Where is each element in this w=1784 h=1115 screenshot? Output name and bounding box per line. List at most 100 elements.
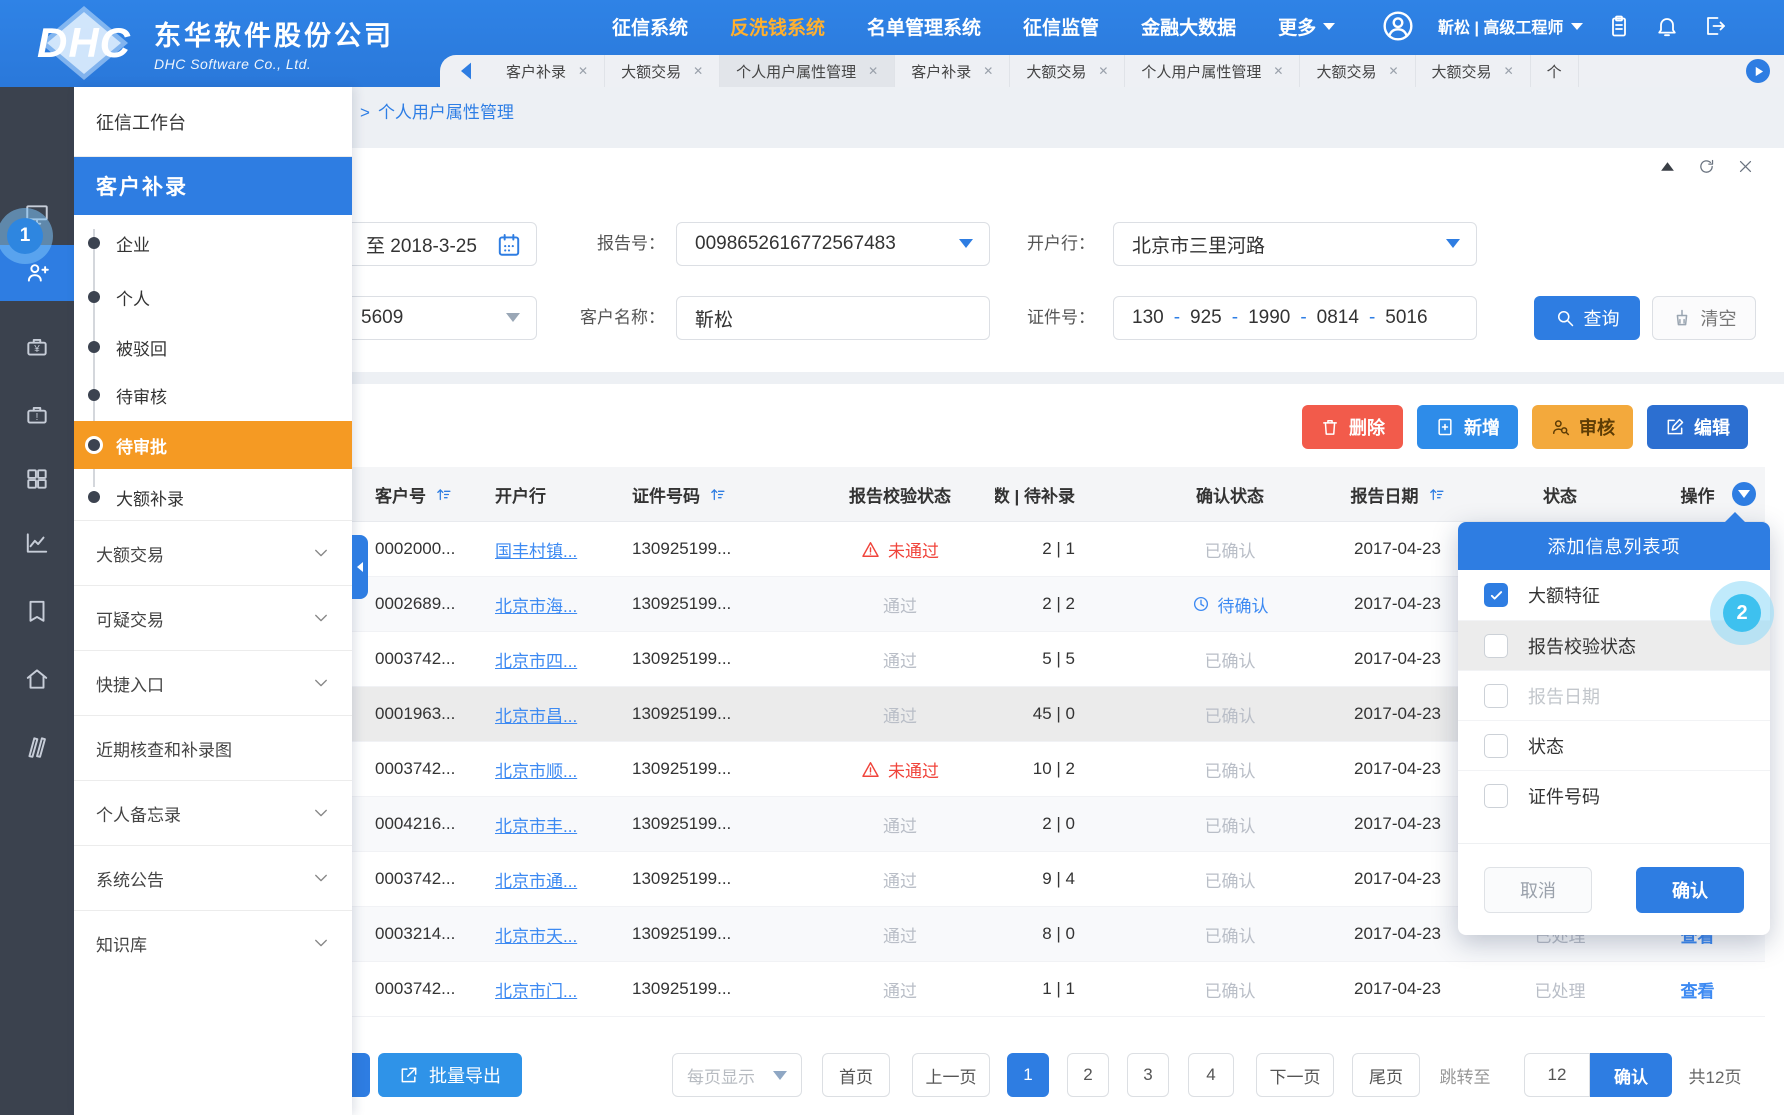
clear-button[interactable]: 清空 (1652, 296, 1756, 340)
tab-个人用户属性管理[interactable]: 个人用户属性管理✕ (1125, 55, 1300, 87)
tab-个[interactable]: 个 (1531, 55, 1579, 87)
checkbox-icon[interactable] (1484, 634, 1508, 658)
checkbox-checked-icon[interactable] (1484, 583, 1508, 607)
rail-item-books-icon[interactable] (0, 719, 74, 775)
view-link[interactable]: 查看 (1681, 977, 1715, 1002)
close-icon[interactable] (1737, 158, 1754, 175)
sort-icon[interactable] (1428, 486, 1445, 503)
page-button-3[interactable]: 3 (1127, 1053, 1169, 1097)
menu-section-知识库[interactable]: 知识库 (74, 910, 352, 975)
first-page-button[interactable]: 首页 (822, 1053, 890, 1097)
rail-item-home-icon[interactable] (0, 651, 74, 707)
table-row[interactable]: 0003742...北京市门...130925199...通过1 | 1已确认2… (295, 962, 1765, 1017)
menu-sub-item-被驳回[interactable]: 被驳回 (74, 323, 352, 371)
next-page-button[interactable]: 下一页 (1256, 1053, 1334, 1097)
menu-section-近期核查和补录图[interactable]: 近期核查和补录图 (74, 715, 352, 780)
collapse-panel-icon[interactable] (1659, 158, 1676, 175)
tab-close-icon[interactable]: ✕ (693, 64, 703, 78)
page-button-1[interactable]: 1 (1007, 1053, 1049, 1097)
menu-section-大额交易[interactable]: 大额交易 (74, 520, 352, 585)
bell-icon[interactable] (1655, 14, 1679, 38)
bank-select[interactable]: 北京市三里河路 (1113, 222, 1477, 266)
sort-icon[interactable] (709, 486, 726, 503)
tab-大额交易[interactable]: 大额交易✕ (605, 55, 720, 87)
menu-sub-item-个人[interactable]: 个人 (74, 273, 352, 321)
breadcrumb-label[interactable]: 个人用户属性管理 (378, 103, 514, 122)
bank-link[interactable]: 国丰村镇... (495, 537, 577, 562)
id-no-input[interactable]: 130-925-1990-0814-5016 (1113, 296, 1477, 340)
menu-sub-item-待审核[interactable]: 待审核 (74, 371, 352, 419)
tab-大额交易[interactable]: 大额交易✕ (1010, 55, 1125, 87)
batch-export-button[interactable]: 批量导出 (378, 1053, 522, 1097)
tab-大额交易[interactable]: 大额交易✕ (1416, 55, 1531, 87)
checkbox-icon[interactable] (1484, 684, 1508, 708)
refresh-icon[interactable] (1698, 158, 1715, 175)
page-size-select[interactable]: 每页显示 (672, 1053, 802, 1097)
menu-sub-item-大额补录[interactable]: 大额补录 (74, 473, 352, 521)
tab-close-icon[interactable]: ✕ (1273, 64, 1283, 78)
report-no-select[interactable]: 0098652616772567483 (676, 222, 990, 266)
calendar-icon[interactable] (496, 232, 522, 258)
checkbox-icon[interactable] (1484, 784, 1508, 808)
tab-scroll-left-icon[interactable] (456, 61, 476, 81)
logout-icon[interactable] (1703, 14, 1727, 38)
编辑-button[interactable]: 编辑 (1647, 405, 1748, 449)
prev-page-button[interactable]: 上一页 (912, 1053, 990, 1097)
rail-item-chart-icon[interactable] (0, 515, 74, 571)
审核-button[interactable]: 审核 (1532, 405, 1633, 449)
tab-close-icon[interactable]: ✕ (1504, 64, 1514, 78)
tab-close-icon[interactable]: ✕ (983, 64, 993, 78)
column-chooser-button[interactable] (1732, 482, 1756, 506)
rail-item-book-icon[interactable] (0, 583, 74, 639)
tab-close-icon[interactable]: ✕ (1098, 64, 1108, 78)
dropdown-item-证件号码[interactable]: 证件号码 (1458, 770, 1770, 820)
menu-section-可疑交易[interactable]: 可疑交易 (74, 585, 352, 650)
rail-item-alert-case-icon[interactable]: ! (0, 387, 74, 443)
menu-section-快捷入口[interactable]: 快捷入口 (74, 650, 352, 715)
last-page-button[interactable]: 尾页 (1352, 1053, 1420, 1097)
confirm-button[interactable]: 确认 (1636, 867, 1744, 913)
customer-name-input[interactable]: 靳松 (676, 296, 990, 340)
clipboard-icon[interactable] (1607, 14, 1631, 38)
menu-sub-item-企业[interactable]: 企业 (74, 219, 352, 267)
bank-link[interactable]: 北京市昌... (495, 702, 577, 727)
bank-link[interactable]: 北京市海... (495, 592, 577, 617)
bank-link[interactable]: 北京市天... (495, 922, 577, 947)
page-button-4[interactable]: 4 (1188, 1053, 1234, 1097)
tab-close-icon[interactable]: ✕ (1388, 64, 1398, 78)
新增-button[interactable]: 新增 (1417, 405, 1518, 449)
dropdown-item-报告日期[interactable]: 报告日期 (1458, 670, 1770, 720)
tab-close-icon[interactable]: ✕ (578, 64, 588, 78)
search-button[interactable]: 查询 (1534, 296, 1640, 340)
sort-icon[interactable] (435, 486, 452, 503)
tab-客户补录[interactable]: 客户补录✕ (895, 55, 1010, 87)
dropdown-item-状态[interactable]: 状态 (1458, 720, 1770, 770)
menu-item-workbench[interactable]: 征信工作台 (74, 87, 352, 157)
top-nav-item[interactable]: 反洗钱系统 (730, 13, 825, 40)
rail-item-money-case-icon[interactable]: ¥ (0, 319, 74, 375)
checkbox-icon[interactable] (1484, 734, 1508, 758)
page-button-2[interactable]: 2 (1067, 1053, 1109, 1097)
top-nav-item[interactable]: 征信监管 (1023, 13, 1099, 40)
rail-item-grid-icon[interactable] (0, 451, 74, 507)
menu-sub-item-待审批[interactable]: 待审批 (74, 421, 352, 469)
top-nav-item[interactable]: 名单管理系统 (867, 13, 981, 40)
bank-link[interactable]: 北京市通... (495, 867, 577, 892)
删除-button[interactable]: 删除 (1302, 405, 1403, 449)
jump-to-input[interactable]: 12 (1524, 1053, 1590, 1097)
menu-section-个人备忘录[interactable]: 个人备忘录 (74, 780, 352, 845)
bank-link[interactable]: 北京市四... (495, 647, 577, 672)
jump-confirm-button[interactable]: 确认 (1590, 1053, 1672, 1097)
user-menu[interactable]: 靳松 | 高级工程师 (1438, 14, 1583, 38)
bank-link[interactable]: 北京市顺... (495, 757, 577, 782)
bank-link[interactable]: 北京市丰... (495, 812, 577, 837)
menu-section-系统公告[interactable]: 系统公告 (74, 845, 352, 910)
cancel-button[interactable]: 取消 (1484, 867, 1592, 913)
tab-大额交易[interactable]: 大额交易✕ (1300, 55, 1415, 87)
menu-collapse-handle[interactable] (352, 535, 368, 599)
tab-close-icon[interactable]: ✕ (868, 64, 878, 78)
bank-link[interactable]: 北京市门... (495, 977, 577, 1002)
top-nav-more[interactable]: 更多 (1278, 13, 1335, 40)
top-nav-item[interactable]: 征信系统 (612, 13, 688, 40)
menu-item-customer-supplement[interactable]: 客户补录 (74, 157, 352, 215)
